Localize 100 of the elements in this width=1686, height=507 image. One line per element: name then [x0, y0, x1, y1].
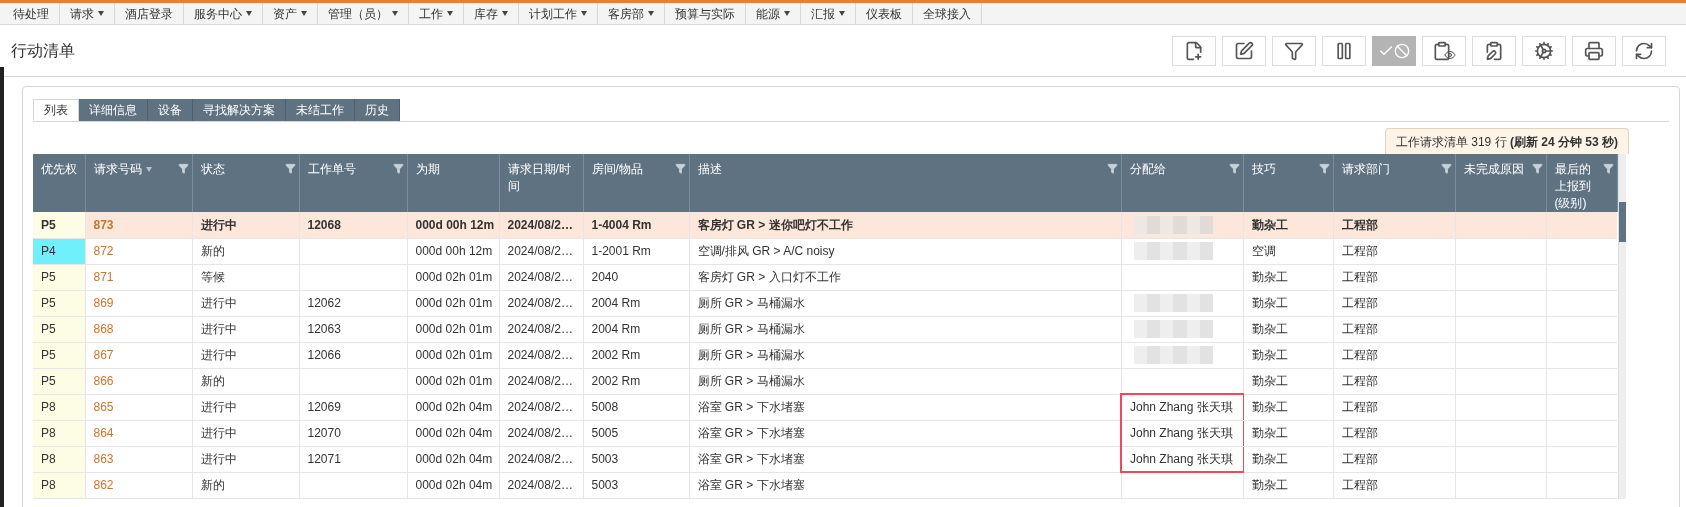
- toolbar-button[interactable]: [1472, 35, 1516, 66]
- table-row[interactable]: P5 873 进行中 12068 000d 00h 12m 2024/08/2… 1-4004 Rm 客房灯 GR > 迷你吧灯不工作 勤杂工 工程部: [33, 212, 1617, 238]
- caret-icon: [839, 11, 845, 16]
- new-file-icon: [1184, 40, 1204, 61]
- room-text: 5003: [591, 478, 619, 492]
- menu-item[interactable]: 工作: [409, 3, 464, 24]
- status-text: 进行中: [200, 348, 237, 362]
- menu-item[interactable]: 库存: [464, 3, 519, 24]
- toolbar-button[interactable]: [1622, 35, 1666, 66]
- priority-text: P5: [41, 348, 56, 362]
- column-header[interactable]: 描述: [697, 161, 722, 178]
- column-header[interactable]: 分配给: [1129, 161, 1166, 178]
- menu-item[interactable]: 计划工作: [519, 3, 598, 24]
- work-order-number: 12066: [307, 348, 341, 362]
- status-text: 新的: [200, 374, 225, 388]
- priority-text: P5: [41, 217, 56, 232]
- duration-text: 000d 00h 12m: [415, 217, 495, 232]
- department-text: 工程部: [1341, 296, 1378, 310]
- request-number-link: 872: [93, 244, 114, 258]
- menu-item[interactable]: 服务中心: [184, 3, 263, 24]
- menu-item[interactable]: 仪表板: [856, 3, 913, 24]
- date-text: 2024/08/2…: [507, 348, 573, 362]
- filter-icon[interactable]: [1318, 163, 1330, 174]
- column-header[interactable]: 最后的上报到(级别): [1554, 161, 1595, 212]
- tab[interactable]: 列表: [33, 99, 79, 121]
- filter-icon[interactable]: [1531, 163, 1543, 174]
- column-header[interactable]: 未完成原因: [1463, 161, 1524, 178]
- table-row[interactable]: P5 869 进行中 12062 000d 02h 01m 2024/08/2… 2004 Rm 厕所 GR > 马桶漏水 勤杂工 工程部: [33, 290, 1617, 316]
- toolbar-button[interactable]: [1322, 35, 1366, 66]
- filter-icon[interactable]: [392, 163, 404, 174]
- table-row[interactable]: P8 862 新的 000d 02h 04m 2024/08/2… 5003 浴室 GR > 下水堵塞 勤杂工 工程部: [33, 472, 1617, 498]
- status-text: 进行中: [200, 296, 237, 310]
- priority-text: P5: [41, 322, 56, 336]
- filter-icon[interactable]: [1228, 163, 1240, 174]
- menu-item[interactable]: 资产: [263, 3, 318, 24]
- tab[interactable]: 未结工作: [286, 99, 355, 121]
- menu-item[interactable]: 客房部: [598, 3, 665, 24]
- menu-item[interactable]: 管理（员）: [318, 3, 409, 24]
- date-text: 2024/08/2…: [507, 217, 573, 232]
- description-text: 浴室 GR > 下水堵塞: [697, 478, 805, 492]
- menu-item[interactable]: 酒店登录: [115, 3, 184, 24]
- column-header[interactable]: 为期: [415, 161, 440, 178]
- filter-icon[interactable]: [284, 163, 296, 174]
- work-order-number: 12069: [307, 400, 341, 414]
- column-header[interactable]: 工作单号: [307, 161, 356, 178]
- printer-icon: [1584, 40, 1604, 61]
- menu-item[interactable]: 能源: [746, 3, 801, 24]
- date-text: 2024/08/2…: [507, 270, 573, 284]
- menu-item[interactable]: 全球接入: [913, 3, 982, 24]
- filter-icon[interactable]: [1602, 163, 1614, 174]
- menu-item[interactable]: 汇报: [801, 3, 856, 24]
- duration-text: 000d 02h 04m: [415, 426, 493, 440]
- table-row[interactable]: P8 863 进行中 12071 000d 02h 04m 2024/08/2… 5003 浴室 GR > 下水堵塞 John Zhang 张天琪 勤杂工 工程部: [33, 446, 1617, 472]
- table-row[interactable]: P8 864 进行中 12070 000d 02h 04m 2024/08/2… 5005 浴室 GR > 下水堵塞 John Zhang 张天琪 勤杂工 工程部: [33, 420, 1617, 446]
- table-row[interactable]: P4 872 新的 000d 00h 12m 2024/08/2… 1-2001 Rm 空调/排风 GR > A/C noisy 空调 工程部: [33, 238, 1617, 264]
- menu-item[interactable]: 待处理: [3, 3, 60, 24]
- clipboard-pencil-icon: [1484, 40, 1504, 61]
- toolbar-button[interactable]: [1272, 35, 1316, 66]
- department-text: 工程部: [1341, 270, 1378, 284]
- description-text: 空调/排风 GR > A/C noisy: [697, 244, 835, 258]
- column-header[interactable]: 技巧: [1251, 161, 1276, 178]
- table-row[interactable]: P5 868 进行中 12063 000d 02h 01m 2024/08/2… 2004 Rm 厕所 GR > 马桶漏水 勤杂工 工程部: [33, 316, 1617, 342]
- tab[interactable]: 历史: [355, 99, 400, 121]
- column-header[interactable]: 优先权: [41, 161, 77, 178]
- filter-icon[interactable]: [1106, 163, 1118, 174]
- column-header[interactable]: 请求号码: [93, 161, 142, 178]
- pause-icon: [1334, 40, 1354, 61]
- request-number-link: 869: [93, 296, 114, 310]
- description-text: 厕所 GR > 马桶漏水: [697, 348, 805, 362]
- date-text: 2024/08/2…: [507, 452, 573, 466]
- duration-text: 000d 02h 01m: [415, 322, 493, 336]
- skill-text: 勤杂工: [1251, 217, 1288, 232]
- column-header[interactable]: 请求部门: [1341, 161, 1390, 178]
- table-row[interactable]: P5 867 进行中 12066 000d 02h 01m 2024/08/2… 2002 Rm 厕所 GR > 马桶漏水 勤杂工 工程部: [33, 342, 1617, 368]
- filter-icon[interactable]: [1440, 163, 1452, 174]
- toolbar-button[interactable]: [1422, 35, 1466, 66]
- toolbar-button[interactable]: [1172, 35, 1216, 66]
- date-text: 2024/08/2…: [507, 478, 573, 492]
- column-header[interactable]: 请求日期/时间: [507, 161, 576, 195]
- toolbar-button[interactable]: [1572, 35, 1616, 66]
- table-row[interactable]: P5 871 等候 000d 02h 01m 2024/08/2… 2040 客房灯 GR > 入口灯不工作 勤杂工 工程部: [33, 264, 1617, 290]
- table-row[interactable]: P8 865 进行中 12069 000d 02h 04m 2024/08/2… 5008 浴室 GR > 下水堵塞 John Zhang 张天琪 勤杂工 工程部: [33, 394, 1617, 420]
- filter-icon[interactable]: [177, 163, 189, 174]
- caret-icon: [784, 11, 790, 16]
- tab[interactable]: 详细信息: [79, 99, 148, 121]
- work-order-number: 12070: [307, 426, 341, 440]
- column-header[interactable]: 状态: [200, 161, 225, 178]
- tab[interactable]: 寻找解决方案: [193, 99, 286, 121]
- menu-item[interactable]: 预算与实际: [665, 3, 746, 24]
- toolbar-button[interactable]: [1222, 35, 1266, 66]
- tab[interactable]: 设备: [148, 99, 193, 121]
- menu-item[interactable]: 请求: [60, 3, 115, 24]
- description-text: 浴室 GR > 下水堵塞: [697, 400, 805, 414]
- room-text: 2040: [591, 270, 619, 284]
- filter-icon[interactable]: [674, 163, 686, 174]
- toolbar-button[interactable]: [1522, 35, 1566, 66]
- skill-text: 勤杂工: [1251, 374, 1288, 388]
- table-row[interactable]: P5 866 新的 000d 02h 01m 2024/08/2… 2002 Rm 厕所 GR > 马桶漏水 勤杂工 工程部: [33, 368, 1617, 394]
- column-header[interactable]: 房间/物品: [591, 161, 643, 178]
- scrollbar[interactable]: [1617, 154, 1626, 499]
